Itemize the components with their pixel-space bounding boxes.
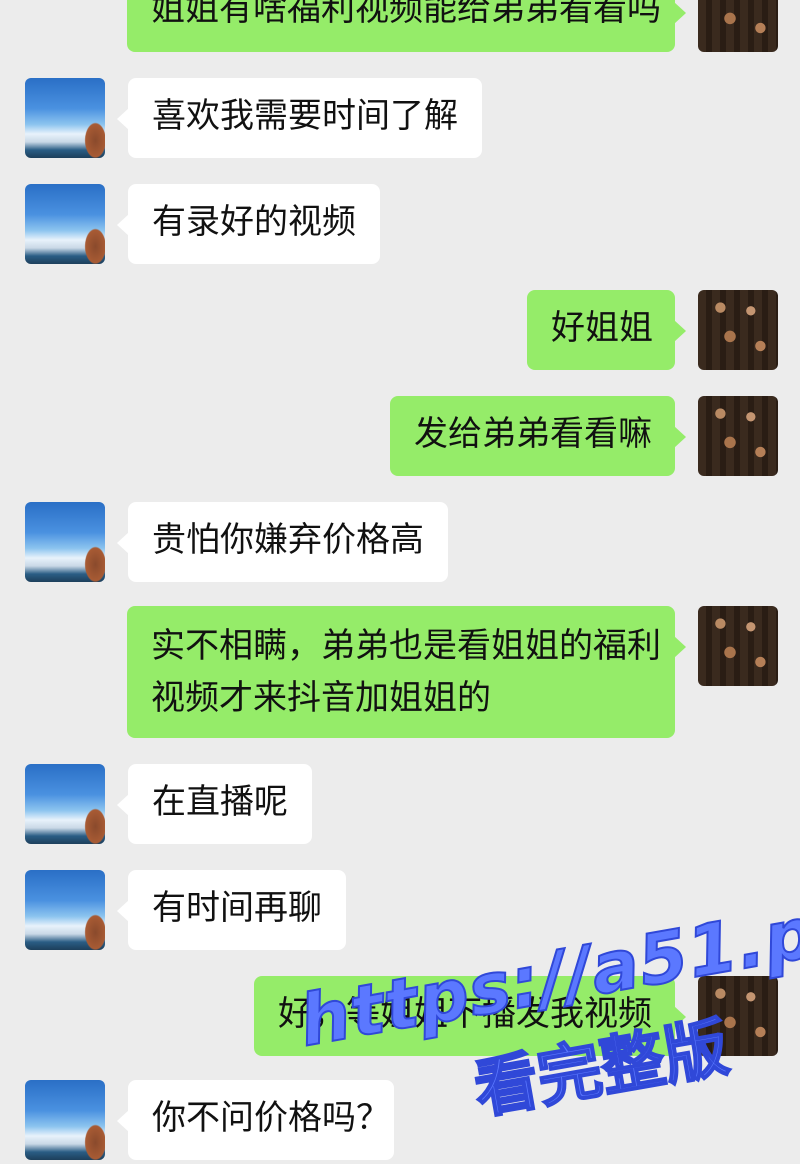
message-bubble-received[interactable]: 贵怕你嫌弃价格高 bbox=[117, 502, 448, 582]
avatar-self[interactable] bbox=[698, 0, 778, 52]
message-bubble-sent[interactable]: 好姐姐 bbox=[527, 290, 686, 370]
message-text: 有录好的视频 bbox=[152, 202, 356, 242]
avatar-self[interactable] bbox=[698, 606, 778, 686]
message-text-line: 视频才来抖音加姐姐的 bbox=[151, 678, 491, 718]
message-bubble-received[interactable]: 有录好的视频 bbox=[117, 184, 380, 264]
message-text-line: 实不相瞒，弟弟也是看姐姐的福利 bbox=[151, 626, 661, 666]
message-bubble-sent[interactable]: 好，等姐姐下播发我视频 bbox=[254, 976, 686, 1056]
avatar-self[interactable] bbox=[698, 290, 778, 370]
avatar-contact[interactable] bbox=[25, 870, 105, 950]
message-text: 有时间再聊 bbox=[152, 888, 322, 928]
avatar-self[interactable] bbox=[698, 976, 778, 1056]
message-text: 好，等姐姐下播发我视频 bbox=[278, 994, 652, 1034]
message-bubble-received[interactable]: 你不问价格吗？ bbox=[117, 1080, 394, 1160]
avatar-contact[interactable] bbox=[25, 1080, 105, 1160]
message-text: 发给弟弟看看嘛 bbox=[414, 414, 652, 454]
avatar-contact[interactable] bbox=[25, 184, 105, 264]
message-text: 你不问价格吗？ bbox=[152, 1098, 390, 1138]
message-text: 姐姐有啥福利视频能给弟弟看看吗 bbox=[151, 0, 661, 29]
avatar-contact[interactable] bbox=[25, 764, 105, 844]
message-bubble-sent[interactable]: 发给弟弟看看嘛 bbox=[390, 396, 686, 476]
avatar-self[interactable] bbox=[698, 396, 778, 476]
message-text: 在直播呢 bbox=[152, 782, 288, 822]
avatar-contact[interactable] bbox=[25, 502, 105, 582]
message-bubble-received[interactable]: 在直播呢 bbox=[117, 764, 312, 844]
avatar-contact[interactable] bbox=[25, 78, 105, 158]
message-bubble-sent[interactable]: 姐姐有啥福利视频能给弟弟看看吗 bbox=[127, 0, 686, 52]
message-text: 喜欢我需要时间了解 bbox=[152, 96, 458, 136]
message-bubble-sent[interactable]: 实不相瞒，弟弟也是看姐姐的福利 视频才来抖音加姐姐的 bbox=[127, 606, 686, 738]
message-text: 好姐姐 bbox=[551, 308, 653, 348]
message-bubble-received[interactable]: 喜欢我需要时间了解 bbox=[117, 78, 482, 158]
message-bubble-received[interactable]: 有时间再聊 bbox=[117, 870, 346, 950]
message-text: 贵怕你嫌弃价格高 bbox=[152, 520, 424, 560]
